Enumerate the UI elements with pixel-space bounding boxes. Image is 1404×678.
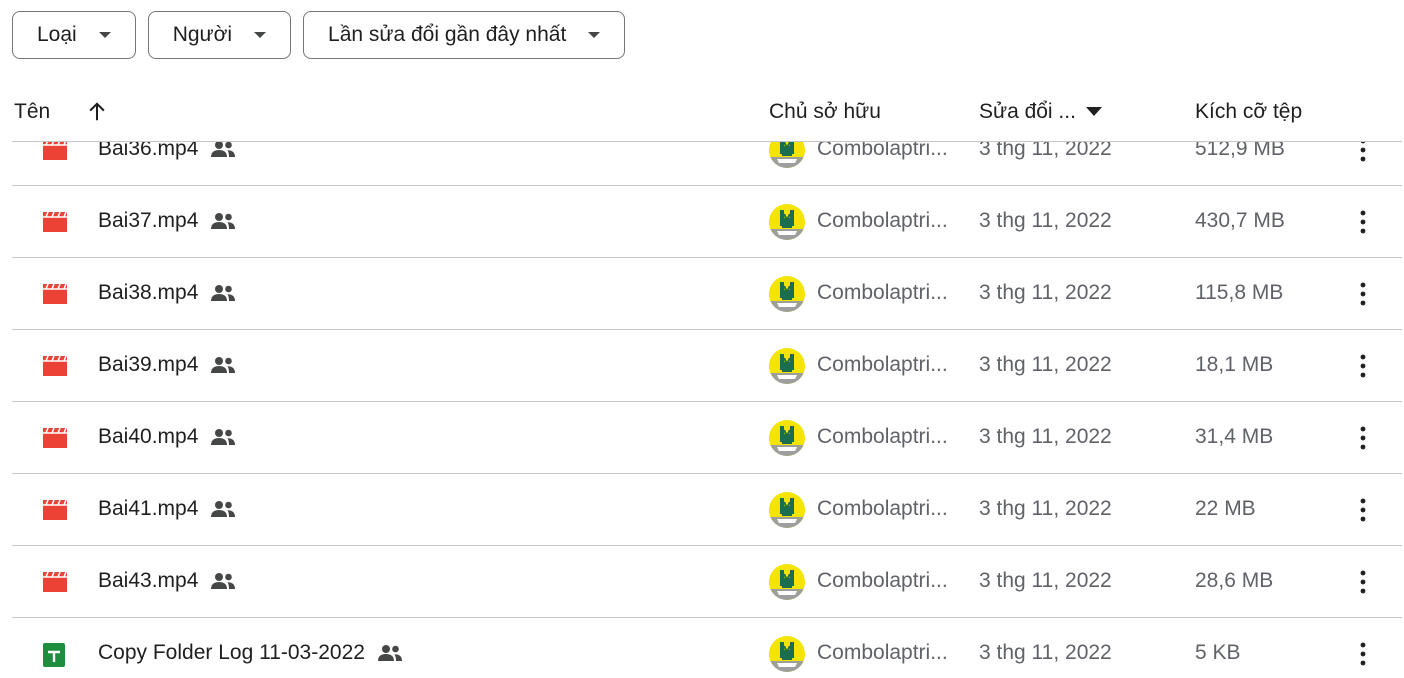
more-actions-icon[interactable] <box>1350 496 1376 524</box>
file-name-cell: Bai38.mp4 <box>98 281 236 305</box>
owner-name: Combolaptri... <box>817 569 948 592</box>
more-actions-icon[interactable] <box>1350 208 1376 236</box>
sort-descending-icon <box>1085 107 1102 116</box>
video-file-icon <box>42 211 68 233</box>
owner-name: Combolaptri... <box>817 641 948 664</box>
filter-type-label: Loại <box>37 23 77 46</box>
owner-name: Combolaptri... <box>817 425 948 448</box>
owner-avatar <box>769 420 805 456</box>
column-modified-label: Sửa đổi ... <box>979 100 1076 123</box>
file-row[interactable]: Bai40.mp4 Combolaptri... 3 thg 11, 2022 … <box>12 402 1402 474</box>
video-file-icon <box>42 571 68 593</box>
file-list-header: Tên Chủ sở hữu Sửa đổi ... Kích cỡ tệp <box>12 88 1402 142</box>
file-name-cell: Bai41.mp4 <box>98 497 236 521</box>
file-name: Bai38.mp4 <box>98 281 199 304</box>
owner-name: Combolaptri... <box>817 281 948 304</box>
filter-modified-label: Lần sửa đổi gần đây nhất <box>328 23 567 46</box>
file-name-cell: Bai43.mp4 <box>98 569 236 593</box>
file-size: 115,8 MB <box>1195 281 1284 304</box>
shared-people-icon <box>211 213 236 229</box>
video-file-icon <box>42 427 68 449</box>
owner-avatar <box>769 204 805 240</box>
file-name: Bai43.mp4 <box>98 569 199 592</box>
shared-people-icon <box>211 429 236 445</box>
file-name-cell: Copy Folder Log 11-03-2022 <box>98 641 403 665</box>
owner-name: Combolaptri... <box>817 353 948 376</box>
modified-date: 3 thg 11, 2022 <box>979 281 1112 304</box>
modified-date: 3 thg 11, 2022 <box>979 209 1112 232</box>
owner-avatar <box>769 636 805 672</box>
file-size: 5 KB <box>1195 641 1241 664</box>
file-row[interactable]: Bai37.mp4 Combolaptri... 3 thg 11, 2022 … <box>12 186 1402 258</box>
video-file-icon <box>42 283 68 305</box>
file-name: Bai41.mp4 <box>98 497 199 520</box>
column-name-label: Tên <box>14 100 51 123</box>
file-name: Bai39.mp4 <box>98 353 199 376</box>
filter-bar: Loại Người Lần sửa đổi gần đây nhất <box>12 11 626 59</box>
file-size: 430,7 MB <box>1195 209 1285 232</box>
file-name-cell: Bai37.mp4 <box>98 209 236 233</box>
file-name: Bai40.mp4 <box>98 425 199 448</box>
more-actions-icon[interactable] <box>1350 640 1376 668</box>
modified-date: 3 thg 11, 2022 <box>979 425 1112 448</box>
modified-date: 3 thg 11, 2022 <box>979 497 1112 520</box>
filter-modified-chip[interactable]: Lần sửa đổi gần đây nhất <box>303 11 626 59</box>
owner-name: Combolaptri... <box>817 497 948 520</box>
shared-people-icon <box>377 645 402 661</box>
file-size: 18,1 MB <box>1195 353 1274 376</box>
filter-type-chip[interactable]: Loại <box>12 11 136 59</box>
file-name: Copy Folder Log 11-03-2022 <box>98 641 365 664</box>
file-row[interactable]: Bai39.mp4 Combolaptri... 3 thg 11, 2022 … <box>12 330 1402 402</box>
owner-avatar <box>769 276 805 312</box>
column-owner-header[interactable]: Chủ sở hữu <box>769 100 881 124</box>
file-row[interactable]: Copy Folder Log 11-03-2022 Combolaptri..… <box>12 618 1402 678</box>
video-file-icon <box>42 355 68 377</box>
column-owner-label: Chủ sở hữu <box>769 100 881 123</box>
owner-avatar <box>769 564 805 600</box>
file-name: Bai37.mp4 <box>98 209 199 232</box>
shared-people-icon <box>211 285 236 301</box>
modified-date: 3 thg 11, 2022 <box>979 569 1112 592</box>
file-name-cell: Bai40.mp4 <box>98 425 236 449</box>
more-actions-icon[interactable] <box>1350 424 1376 452</box>
dropdown-arrow-icon <box>588 32 601 38</box>
column-size-header[interactable]: Kích cỡ tệp <box>1195 100 1302 124</box>
header-divider <box>12 141 1402 142</box>
video-file-icon <box>42 499 68 521</box>
modified-date: 3 thg 11, 2022 <box>979 353 1112 376</box>
owner-name: Combolaptri... <box>817 209 948 232</box>
column-modified-header[interactable]: Sửa đổi ... <box>979 100 1102 124</box>
more-actions-icon[interactable] <box>1350 280 1376 308</box>
file-row[interactable]: Bai38.mp4 Combolaptri... 3 thg 11, 2022 … <box>12 258 1402 330</box>
shared-people-icon <box>211 501 236 517</box>
column-size-label: Kích cỡ tệp <box>1195 100 1303 123</box>
owner-avatar <box>769 348 805 384</box>
sort-ascending-arrow-icon[interactable] <box>86 101 108 123</box>
file-name-cell: Bai39.mp4 <box>98 353 236 377</box>
video-file-icon <box>42 139 68 161</box>
spreadsheet-file-icon <box>42 643 68 667</box>
dropdown-arrow-icon <box>254 32 267 38</box>
owner-avatar <box>769 492 805 528</box>
file-row[interactable]: Bai43.mp4 Combolaptri... 3 thg 11, 2022 … <box>12 546 1402 618</box>
file-size: 31,4 MB <box>1195 425 1274 448</box>
shared-people-icon <box>211 141 236 157</box>
column-name-header[interactable]: Tên <box>14 100 108 124</box>
file-list: Bai36.mp4 Combolaptri... 3 thg 11, 2022 … <box>12 114 1402 678</box>
filter-people-chip[interactable]: Người <box>147 11 292 59</box>
more-actions-icon[interactable] <box>1350 568 1376 596</box>
file-row[interactable]: Bai41.mp4 Combolaptri... 3 thg 11, 2022 … <box>12 474 1402 546</box>
file-size: 28,6 MB <box>1195 569 1274 592</box>
modified-date: 3 thg 11, 2022 <box>979 641 1112 664</box>
filter-people-label: Người <box>172 23 233 46</box>
dropdown-arrow-icon <box>98 32 111 38</box>
more-actions-icon[interactable] <box>1350 352 1376 380</box>
shared-people-icon <box>211 357 236 373</box>
file-size: 22 MB <box>1195 497 1256 520</box>
shared-people-icon <box>211 573 236 589</box>
